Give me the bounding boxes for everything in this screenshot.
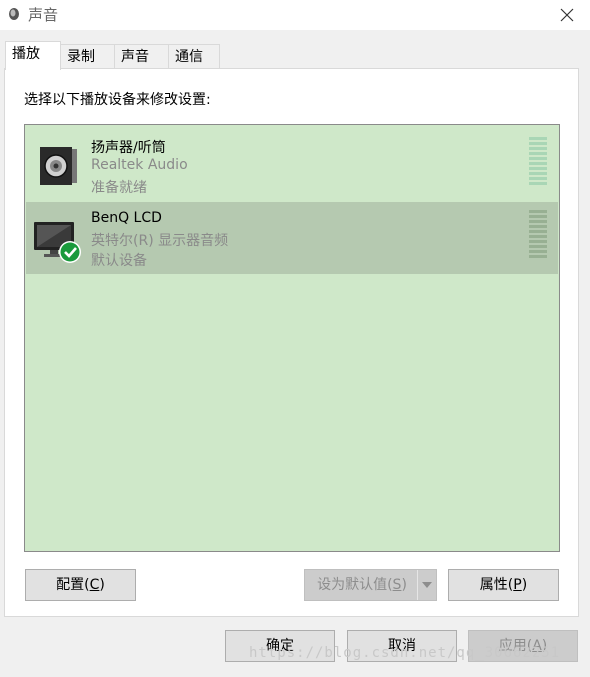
watermark-text: https://blog.csdn.net/qq_30662251: [249, 645, 561, 661]
volume-level-meter: [529, 210, 547, 258]
playback-panel: 选择以下播放设备来修改设置: 扬声器/听筒 Realtek Audio 准备就绪: [4, 68, 579, 617]
speaker-icon: [40, 147, 77, 185]
device-name: BenQ LCD: [91, 210, 162, 226]
set-default-button[interactable]: 设为默认值(S): [304, 569, 437, 601]
device-list[interactable]: 扬声器/听筒 Realtek Audio 准备就绪 BenQ LCD 英特尔(R…: [24, 124, 560, 552]
monitor-icon: [34, 222, 81, 263]
device-item-speakers[interactable]: 扬声器/听筒 Realtek Audio 准备就绪: [26, 129, 558, 201]
device-description: 英特尔(R) 显示器音频: [91, 233, 229, 249]
instruction-text: 选择以下播放设备来修改设置:: [24, 92, 211, 108]
default-device-check-icon: [59, 241, 81, 263]
window-title: 声音: [28, 6, 59, 24]
sound-app-icon: [9, 8, 19, 20]
set-default-dropdown-arrow[interactable]: [417, 570, 436, 600]
configure-button[interactable]: 配置(C): [25, 569, 136, 601]
properties-button[interactable]: 属性(P): [448, 569, 559, 601]
close-button[interactable]: [544, 0, 590, 30]
device-name: 扬声器/听筒: [91, 140, 166, 156]
volume-level-meter: [529, 137, 547, 185]
title-bar: 声音: [0, 0, 590, 30]
tab-playback[interactable]: 播放: [5, 41, 61, 70]
tab-recording[interactable]: 录制: [60, 44, 115, 68]
device-status: 准备就绪: [91, 180, 147, 196]
tab-sounds[interactable]: 声音: [114, 44, 169, 68]
tab-communications[interactable]: 通信: [168, 44, 220, 68]
chevron-down-icon: [422, 582, 432, 588]
device-status: 默认设备: [91, 253, 147, 269]
device-description: Realtek Audio: [91, 157, 188, 173]
close-icon: [560, 8, 574, 22]
device-item-benq-lcd[interactable]: BenQ LCD 英特尔(R) 显示器音频 默认设备: [26, 202, 558, 274]
